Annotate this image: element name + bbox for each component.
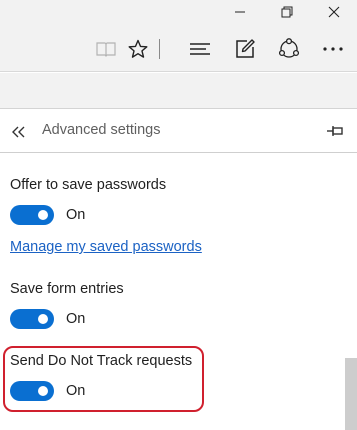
maximize-icon [281,6,293,18]
manage-passwords-link[interactable]: Manage my saved passwords [10,239,202,255]
minimize-icon [235,11,245,13]
pin-panel-button[interactable] [324,121,346,141]
do-not-track-toggle[interactable] [10,381,54,401]
reading-view-icon [96,42,116,57]
toolbar-divider [159,39,160,59]
favorites-button[interactable] [123,34,153,64]
close-icon [328,6,340,18]
toggle-knob [38,210,48,220]
minimize-button[interactable] [217,0,263,24]
share-icon [278,38,300,58]
save-form-entries-label: Save form entries [10,281,124,297]
share-button[interactable] [274,34,304,64]
save-form-entries-state: On [66,311,86,327]
hub-icon [190,43,210,55]
panel-header: Advanced settings [0,110,357,153]
do-not-track-state: On [66,383,86,399]
hub-button[interactable] [185,34,215,64]
pin-icon [327,126,343,136]
do-not-track-label: Send Do Not Track requests [10,353,193,369]
more-button[interactable] [318,34,348,64]
browser-toolbar [0,24,357,72]
panel-title: Advanced settings [42,122,161,138]
more-icon [323,47,343,51]
page-area-behind-panel [0,73,357,109]
back-button[interactable] [10,122,30,142]
reading-view-button[interactable] [91,34,121,64]
favorites-star-icon [128,39,148,58]
back-chevrons-icon [12,126,25,138]
toggle-knob [38,314,48,324]
web-note-button[interactable] [230,34,260,64]
panel-scrollbar[interactable] [345,358,357,430]
advanced-settings-panel: Advanced settings Offer to save password… [0,110,357,430]
offer-passwords-toggle[interactable] [10,205,54,225]
toggle-knob [38,386,48,396]
title-bar [0,0,357,24]
maximize-button[interactable] [264,0,310,24]
offer-passwords-label: Offer to save passwords [10,177,167,193]
save-form-entries-toggle[interactable] [10,309,54,329]
web-note-icon [236,39,255,58]
close-button[interactable] [311,0,357,24]
offer-passwords-state: On [66,207,86,223]
